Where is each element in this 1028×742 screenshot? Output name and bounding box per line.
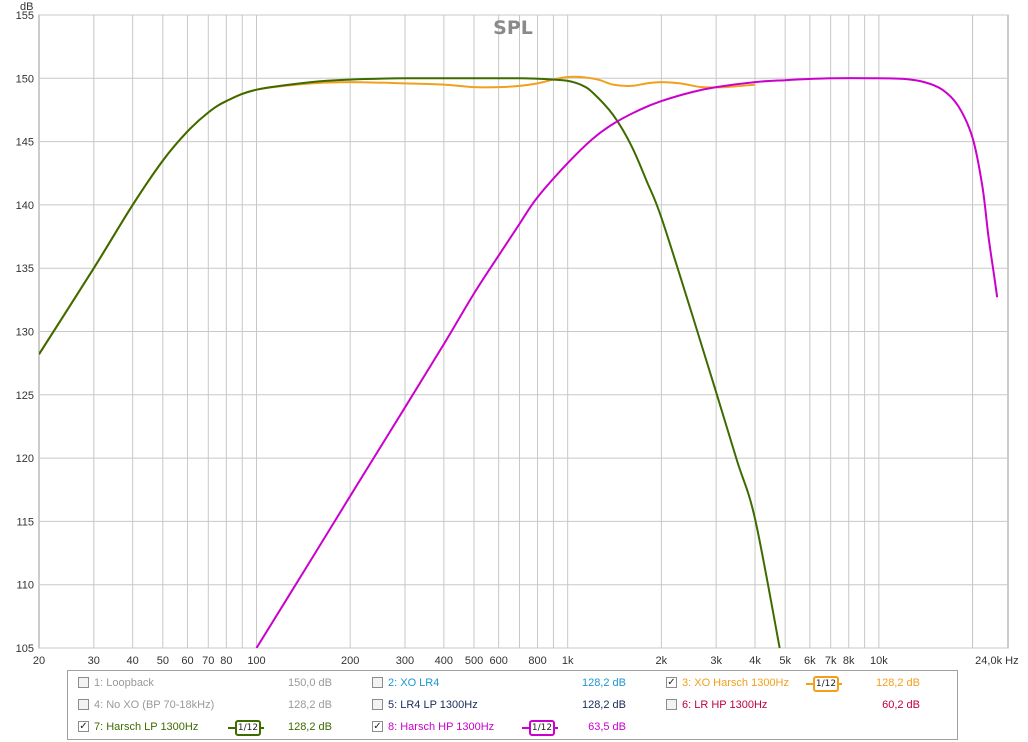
x-tick-label: 40 <box>127 655 139 667</box>
y-tick-label: 140 <box>16 200 34 212</box>
legend-checkbox[interactable]: ✓ <box>372 721 383 732</box>
x-tick-label: 8k <box>843 655 855 667</box>
x-tick-label: 70 <box>202 655 214 667</box>
x-tick-label: 2k <box>656 655 668 667</box>
legend-value: 128,2 dB <box>287 721 332 733</box>
legend-checkbox[interactable] <box>78 699 89 710</box>
legend-value: 128,2 dB <box>581 677 626 689</box>
legend-label: 4: No XO (BP 70-18kHz) <box>94 699 215 711</box>
legend-checkbox[interactable] <box>78 677 89 688</box>
legend-value: 128,2 dB <box>581 699 626 711</box>
legend-label: 5: LR4 LP 1300Hz <box>388 699 478 711</box>
y-tick-label: 145 <box>16 137 34 149</box>
x-tick-label: 24,0k Hz <box>975 655 1018 667</box>
x-tick-label: 3k <box>710 655 722 667</box>
x-tick-label: 6k <box>804 655 816 667</box>
legend-label: 8: Harsch HP 1300Hz <box>388 721 495 733</box>
x-tick-label: 20 <box>33 655 45 667</box>
x-tick-label: 50 <box>157 655 169 667</box>
legend-item[interactable]: ✓ 7: Harsch LP 1300Hz 1/12 128,2 dB <box>78 718 332 736</box>
y-axis-label: dB <box>20 1 33 13</box>
legend-item[interactable]: 6: LR HP 1300Hz 60,2 dB <box>666 696 920 714</box>
legend-item[interactable]: 4: No XO (BP 70-18kHz) 128,2 dB <box>78 696 332 714</box>
y-tick-label: 120 <box>16 453 34 465</box>
legend-checkbox[interactable]: ✓ <box>78 721 89 732</box>
legend-item[interactable]: 1: Loopback 150,0 dB <box>78 674 332 692</box>
x-tick-label: 800 <box>528 655 546 667</box>
x-tick-label: 200 <box>341 655 359 667</box>
smoothing-badge[interactable]: 1/12 <box>806 676 842 692</box>
y-tick-label: 105 <box>16 643 34 655</box>
x-tick-label: 400 <box>435 655 453 667</box>
legend-label: 3: XO Harsch 1300Hz <box>682 677 789 689</box>
legend-checkbox[interactable] <box>372 699 383 710</box>
legend-value: 128,2 dB <box>287 699 332 711</box>
smoothing-label: 1/12 <box>813 676 839 692</box>
y-tick-label: 115 <box>16 516 34 528</box>
legend-label: 2: XO LR4 <box>388 677 440 689</box>
y-tick-label: 130 <box>16 327 34 339</box>
x-tick-label: 500 <box>465 655 483 667</box>
legend-item[interactable]: 2: XO LR4 128,2 dB <box>372 674 626 692</box>
grid <box>38 14 1009 649</box>
legend-value: 60,2 dB <box>882 699 920 711</box>
x-tick-label: 30 <box>88 655 100 667</box>
x-tick-label: 300 <box>396 655 414 667</box>
legend-item[interactable]: ✓ 8: Harsch HP 1300Hz 1/12 63,5 dB <box>372 718 626 736</box>
x-tick-label: 10k <box>870 655 888 667</box>
x-tick-label: 100 <box>247 655 265 667</box>
y-tick-label: 150 <box>16 73 34 85</box>
legend-value: 150,0 dB <box>287 677 332 689</box>
x-tick-label: 600 <box>489 655 507 667</box>
x-tick-label: 1k <box>562 655 574 667</box>
x-tick-label: 7k <box>825 655 837 667</box>
x-tick-label: 60 <box>181 655 193 667</box>
x-tick-label: 5k <box>779 655 791 667</box>
x-tick-label: 80 <box>220 655 232 667</box>
legend-value: 63,5 dB <box>588 721 626 733</box>
legend-panel: 1: Loopback 150,0 dB 2: XO LR4 128,2 dB ✓ 3: … <box>67 670 958 740</box>
spl-chart: 20 30 40 50 60 70 80 100 200 300 400 500 600 800 1k 2k 3… <box>16 1 1019 667</box>
legend-item[interactable]: ✓ 3: XO Harsch 1300Hz 1/12 128,2 dB <box>666 674 920 692</box>
legend-label: 6: LR HP 1300Hz <box>682 699 768 711</box>
legend-label: 1: Loopback <box>94 677 154 689</box>
legend-label: 7: Harsch LP 1300Hz <box>94 721 199 733</box>
chart-title: SPL <box>493 17 533 39</box>
y-tick-label: 110 <box>16 580 34 592</box>
legend-checkbox[interactable] <box>372 677 383 688</box>
x-tick-label: 4k <box>749 655 761 667</box>
legend-checkbox[interactable] <box>666 699 677 710</box>
legend-value: 128,2 dB <box>875 677 920 689</box>
legend-checkbox[interactable]: ✓ <box>666 677 677 688</box>
y-tick-label: 135 <box>16 263 34 275</box>
legend-item[interactable]: 5: LR4 LP 1300Hz 128,2 dB <box>372 696 626 714</box>
y-tick-label: 125 <box>16 390 34 402</box>
